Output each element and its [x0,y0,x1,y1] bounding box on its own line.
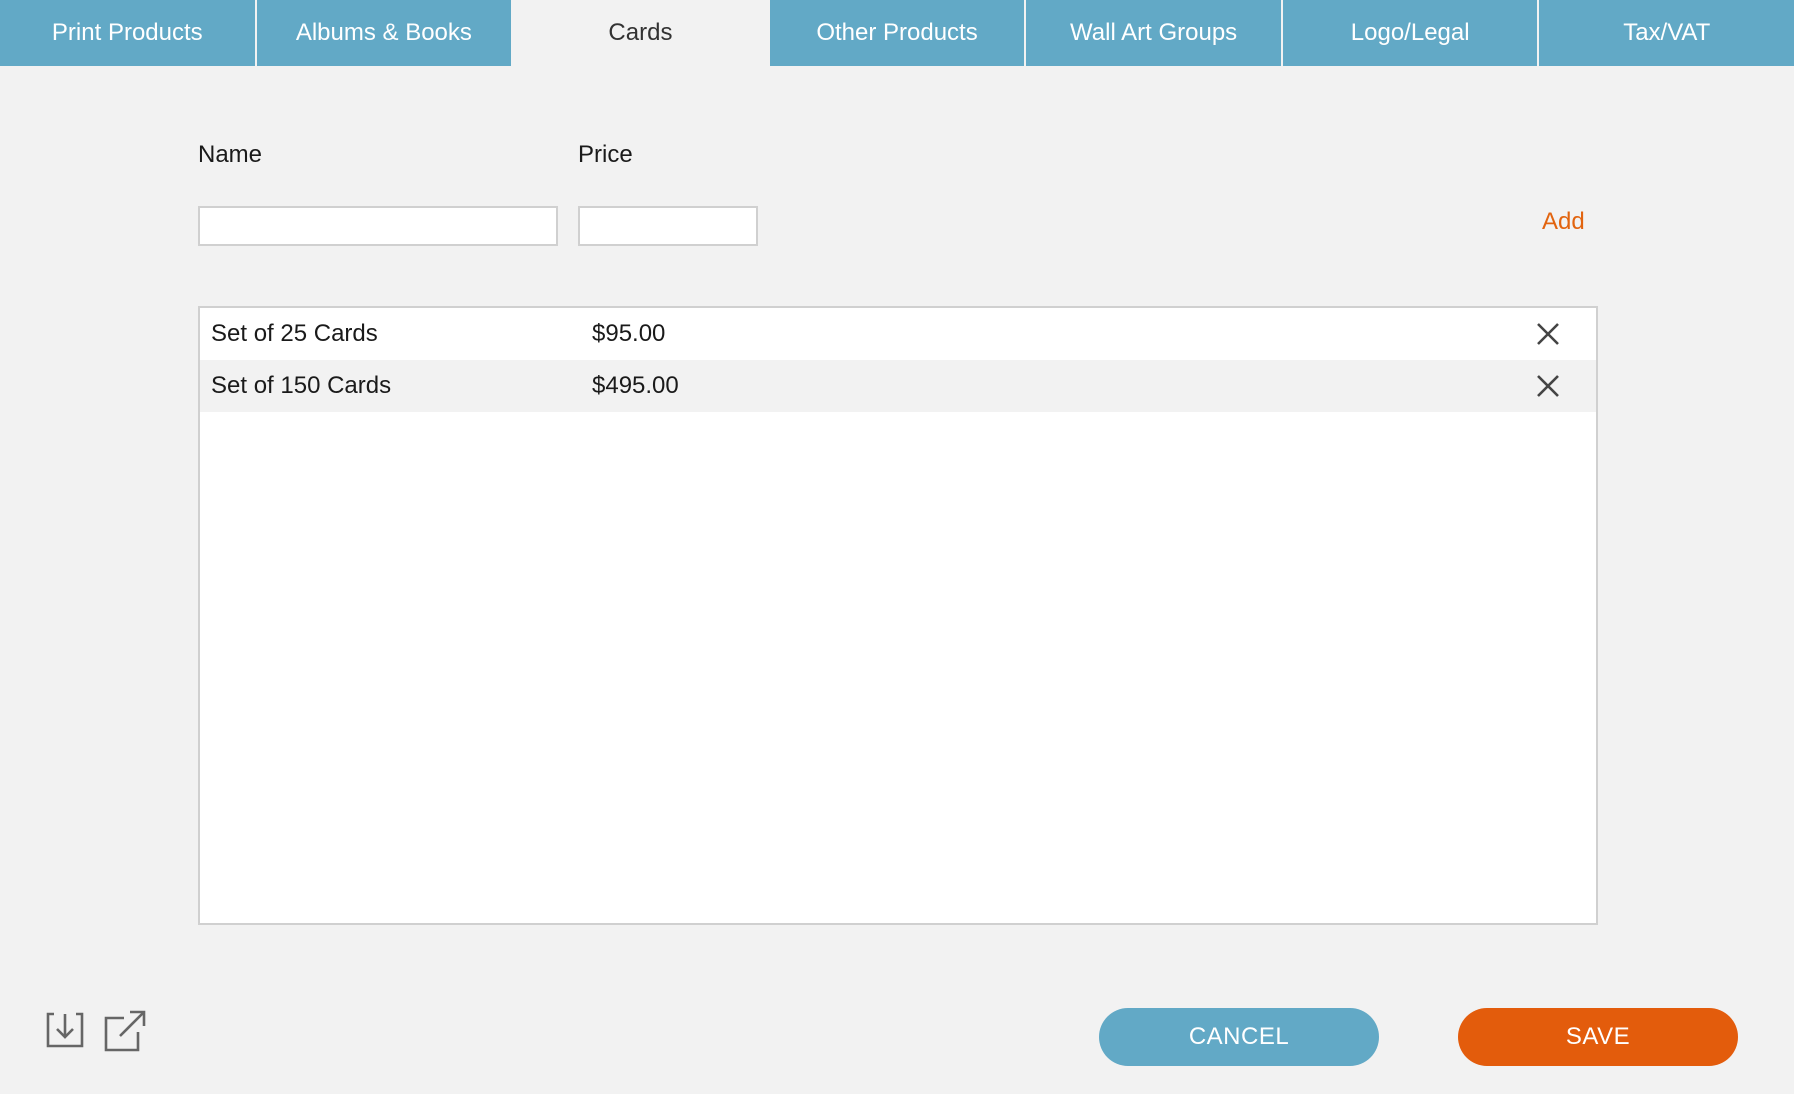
item-price: $495.00 [592,372,679,399]
list-item: Set of 150 Cards $495.00 [200,360,1596,412]
item-price: $95.00 [592,320,666,347]
price-input[interactable] [578,206,758,246]
tab-other-products[interactable]: Other Products [769,0,1027,66]
tab-wall-art-groups[interactable]: Wall Art Groups [1026,0,1283,66]
tab-bar: Print Products Albums & Books Cards Othe… [0,0,1794,66]
cancel-button[interactable]: CANCEL [1099,1008,1379,1066]
tab-cards[interactable]: Cards [513,0,770,66]
item-name: Set of 150 Cards [211,372,392,399]
list-item: Set of 25 Cards $95.00 [200,308,1596,360]
export-icon[interactable] [102,1008,148,1054]
add-button[interactable]: Add [1542,208,1585,236]
close-icon[interactable] [1534,320,1562,348]
tab-tax-vat[interactable]: Tax/VAT [1539,0,1794,66]
import-icon[interactable] [44,1008,86,1050]
name-input[interactable] [198,206,558,246]
product-list: Set of 25 Cards $95.00 Set of 150 Cards … [198,306,1598,925]
tab-print-products[interactable]: Print Products [0,0,257,66]
name-label: Name [198,141,263,168]
save-button[interactable]: SAVE [1458,1008,1738,1066]
close-icon[interactable] [1534,372,1562,400]
tab-logo-legal[interactable]: Logo/Legal [1282,0,1540,66]
tab-albums-books[interactable]: Albums & Books [256,0,514,66]
item-name: Set of 25 Cards [211,320,378,347]
price-label: Price [578,141,633,168]
